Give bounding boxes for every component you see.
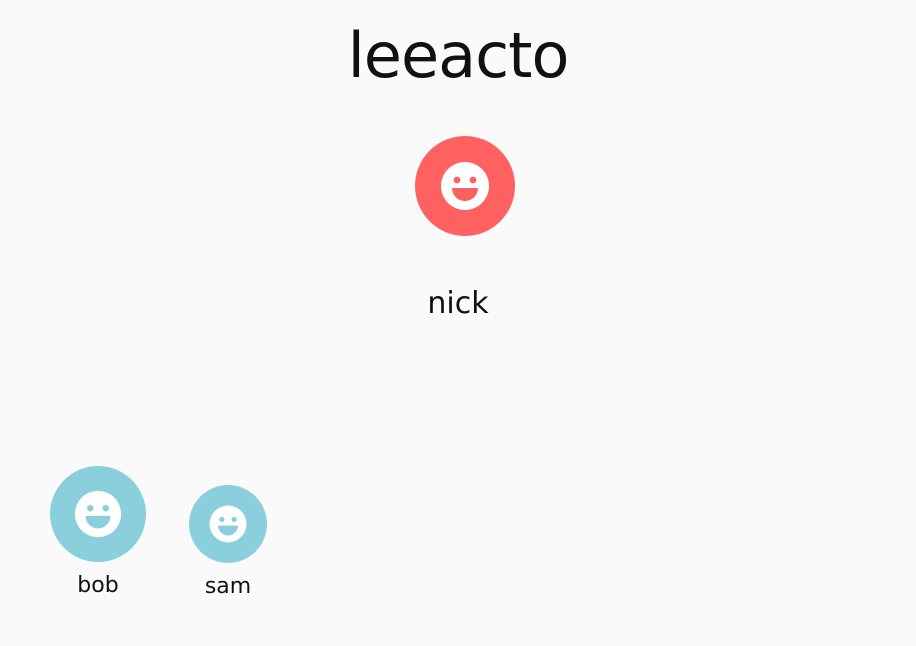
- smiley-face-icon: [74, 490, 122, 538]
- peer-avatar-sam[interactable]: [189, 485, 267, 563]
- peer-sam[interactable]: sam: [168, 485, 288, 601]
- smiley-face-icon: [209, 505, 247, 543]
- current-user-avatar[interactable]: [415, 136, 515, 236]
- page: leeacto nick bob sam: [0, 0, 916, 646]
- peer-avatar-bob[interactable]: [50, 466, 146, 562]
- peer-name-sam: sam: [204, 574, 252, 599]
- peer-bob[interactable]: bob: [38, 466, 158, 600]
- smiley-face-icon: [441, 162, 489, 210]
- peer-name-bob: bob: [77, 573, 119, 598]
- current-user-name: nick: [427, 286, 489, 321]
- app-title: leeacto: [347, 19, 570, 92]
